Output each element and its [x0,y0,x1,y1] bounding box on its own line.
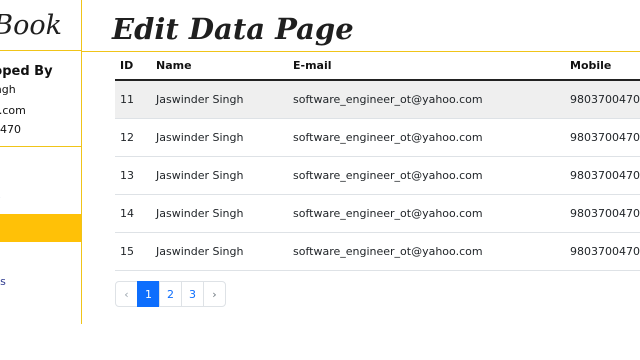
sidebar-item-label: ils [0,275,6,288]
sidebar-item-3[interactable]: a [0,241,81,269]
page-background [0,324,640,360]
page-title: Edit Data Page [112,12,354,46]
table-row[interactable]: 13 Jaswinder Singh software_engineer_ot@… [115,156,640,195]
cell-name: Jaswinder Singh [151,156,288,195]
cell-id: 14 [115,194,151,233]
developer-email: ail.com [0,104,26,117]
table-row[interactable]: 15 Jaswinder Singh software_engineer_ot@… [115,232,640,271]
sidebar-item-label: y [0,186,1,214]
sidebar-item-5[interactable]: s [0,296,81,324]
cell-mobile: 9803700470 [565,118,640,157]
column-header-email: E-mail [288,52,565,81]
cell-id: 13 [115,156,151,195]
page-button-2[interactable]: 2 [159,281,182,307]
brand-divider [0,50,81,51]
next-page-button[interactable]: › [203,281,226,307]
developer-name: singh [0,83,16,96]
column-header-name: Name [151,52,288,81]
sidebar-item-1[interactable]: y [0,186,81,214]
cell-name: Jaswinder Singh [151,118,288,157]
table-row[interactable]: 14 Jaswinder Singh software_engineer_ot@… [115,194,640,233]
cell-name: Jaswinder Singh [151,232,288,271]
previous-page-button[interactable]: ‹ [115,281,138,307]
cell-id: 12 [115,118,151,157]
cell-id: 15 [115,232,151,271]
column-header-id: ID [115,52,151,81]
cell-email: software_engineer_ot@yahoo.com [288,80,565,119]
cell-email: software_engineer_ot@yahoo.com [288,232,565,271]
cell-email: software_engineer_ot@yahoo.com [288,156,565,195]
brand-title: Book [0,10,62,41]
table-row[interactable]: 11 Jaswinder Singh software_engineer_ot@… [115,80,640,119]
cell-name: Jaswinder Singh [151,194,288,233]
sidebar-item-label: a [0,241,1,269]
table-row[interactable]: 12 Jaswinder Singh software_engineer_ot@… [115,118,640,157]
app-frame: Book eloped By singh ail.com 00470 y a i… [0,0,640,324]
column-header-mobile: Mobile [565,52,640,81]
cell-mobile: 9803700470 [565,232,640,271]
sidebar-item-active[interactable] [0,214,81,242]
pagination: ‹ 1 2 3 › [115,281,226,307]
sidebar-divider [0,146,81,147]
cell-name: Jaswinder Singh [151,80,288,119]
cell-id: 11 [115,80,151,119]
cell-email: software_engineer_ot@yahoo.com [288,194,565,233]
cell-mobile: 9803700470 [565,156,640,195]
cell-mobile: 9803700470 [565,194,640,233]
sidebar: Book eloped By singh ail.com 00470 y a i… [0,0,82,324]
page-button-3[interactable]: 3 [181,281,204,307]
table-header-row: ID Name E-mail Mobile [115,52,640,81]
page-button-1[interactable]: 1 [137,281,160,307]
developer-phone: 00470 [0,123,21,136]
cell-email: software_engineer_ot@yahoo.com [288,118,565,157]
data-table: ID Name E-mail Mobile 11 Jaswinder Singh… [115,52,640,271]
sidebar-item-4[interactable]: ils [0,268,81,296]
developer-heading: eloped By [0,64,53,79]
cell-mobile: 9803700470 [565,80,640,119]
